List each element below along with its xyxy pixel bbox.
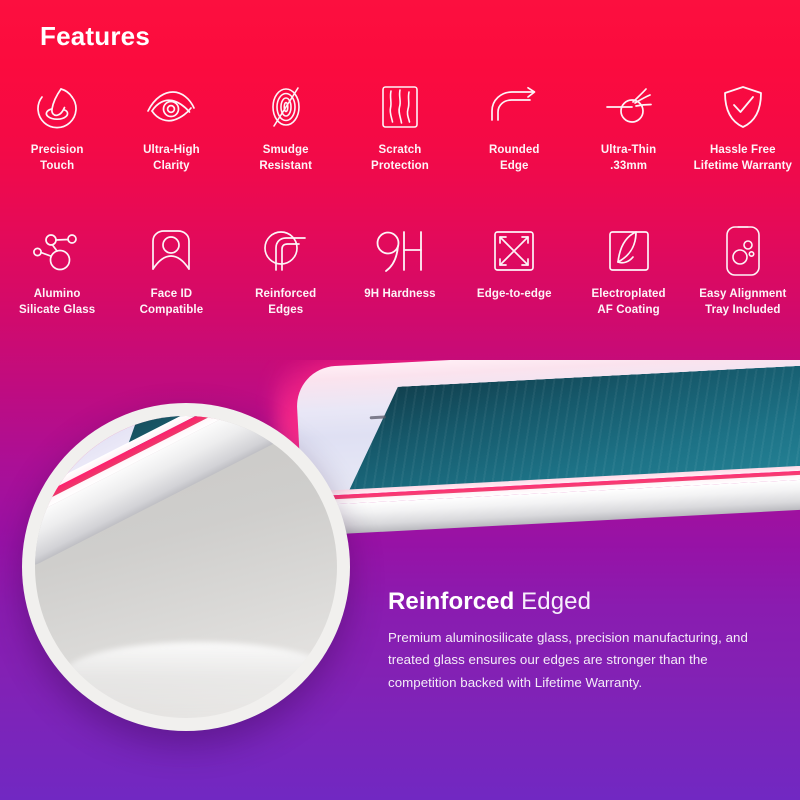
edge-magnifier-lens [22, 403, 350, 731]
feature-label: Edge-to-edge [476, 288, 552, 300]
caption-title: Reinforced Edged [388, 588, 780, 616]
caption-body: Premium aluminosilicate glass, precision… [388, 629, 748, 691]
feature-label: Face ID Compatible [139, 288, 204, 316]
feature-label: Precision Touch [30, 144, 84, 172]
page-title: Features [40, 21, 150, 51]
feature-row-1: Precision Touch Ultra-High Clarity Smudg… [0, 78, 800, 175]
feature-row-2: Alumino Silicate Glass Face ID Compatibl… [0, 222, 800, 319]
feature-item-rounded-edge: Rounded Edge [457, 78, 571, 175]
magnifier-viewport [35, 416, 337, 718]
feature-label: Reinforced Edges [255, 288, 317, 316]
feature-label: Ultra-High Clarity [143, 144, 200, 172]
smudge-resistant-icon [256, 78, 316, 136]
caption-title-light: Edged [521, 588, 592, 615]
surface-reflection [65, 642, 333, 718]
feature-item-reinforced-edges: Reinforced Edges [229, 222, 343, 319]
feature-item-scratch-protection: Scratch Protection [343, 78, 457, 175]
reinforced-edges-icon [256, 222, 316, 280]
electroplated-coating-icon [599, 222, 659, 280]
ultra-thin-icon [599, 78, 659, 136]
feature-item-ultra-high-clarity: Ultra-High Clarity [114, 78, 228, 175]
feature-label: Electroplated AF Coating [591, 288, 666, 316]
feature-item-electroplated-af-coating: Electroplated AF Coating [571, 222, 685, 319]
feature-item-alumino-silicate-glass: Alumino Silicate Glass [0, 222, 114, 319]
rounded-edge-icon [484, 78, 544, 136]
tempered-glass-phone-edge [272, 360, 800, 558]
feature-label: Smudge Resistant [259, 144, 313, 172]
feature-item-face-id-compatible: Face ID Compatible [114, 222, 228, 319]
edge-to-edge-icon [484, 222, 544, 280]
alignment-tray-icon [713, 222, 773, 280]
scratch-protection-icon [370, 78, 430, 136]
feature-item-9h-hardness: 9H Hardness [343, 222, 457, 319]
feature-item-edge-to-edge: Edge-to-edge [457, 222, 571, 319]
precision-touch-icon [27, 78, 87, 136]
feature-label: 9H Hardness [364, 288, 436, 300]
feature-label: Hassle Free Lifetime Warranty [693, 144, 793, 172]
feature-item-precision-touch: Precision Touch [0, 78, 114, 175]
feature-item-hassle-free-warranty: Hassle Free Lifetime Warranty [686, 78, 800, 175]
product-hero-image [0, 360, 800, 800]
feature-label: Rounded Edge [489, 144, 540, 172]
nine-h-hardness-icon [370, 222, 430, 280]
shield-check-icon [713, 78, 773, 136]
feature-item-smudge-resistant: Smudge Resistant [229, 78, 343, 175]
caption-block: Reinforced Edged Premium aluminosilicate… [388, 588, 780, 695]
molecule-icon [27, 222, 87, 280]
caption-title-strong: Reinforced [388, 588, 515, 615]
face-id-icon [141, 222, 201, 280]
feature-item-ultra-thin: Ultra-Thin .33mm [571, 78, 685, 175]
feature-label: Alumino Silicate Glass [19, 288, 96, 316]
magnified-earpiece-speaker [67, 416, 86, 425]
feature-label: Ultra-Thin .33mm [600, 144, 657, 172]
feature-label: Easy Alignment Tray Included [699, 288, 787, 316]
magnified-phone-edge [35, 416, 337, 664]
feature-item-easy-alignment-tray: Easy Alignment Tray Included [686, 222, 800, 319]
feature-label: Scratch Protection [371, 144, 429, 172]
features-poster: Features Precision Touch Ultra-High Clar… [0, 0, 800, 800]
eye-clarity-icon [141, 78, 201, 136]
